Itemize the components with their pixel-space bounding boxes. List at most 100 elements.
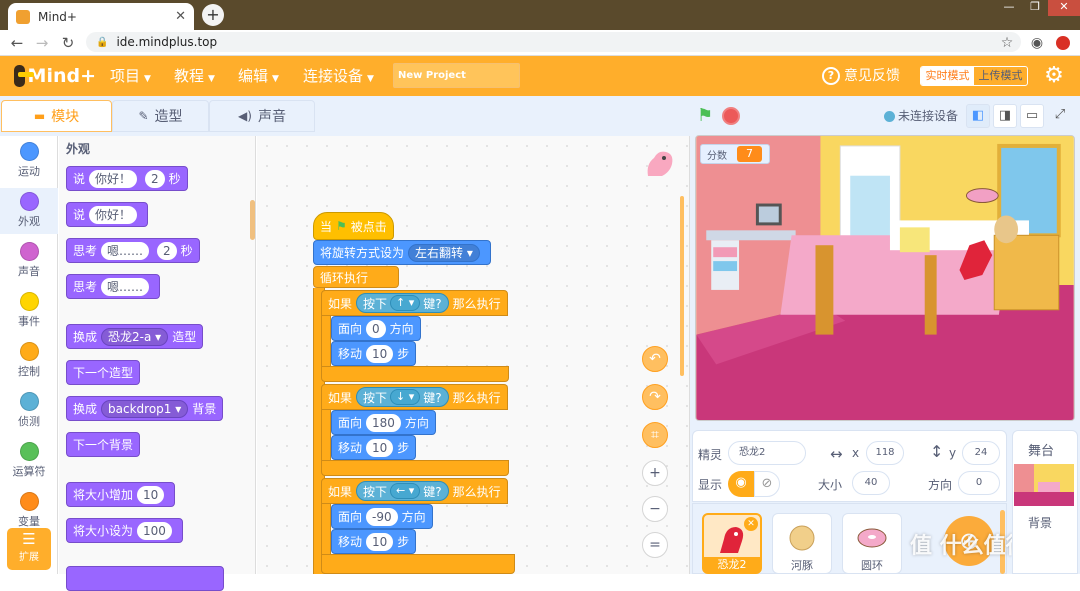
block-move-steps[interactable]: 移动 10 步: [331, 529, 417, 554]
block-if[interactable]: 如果 按下 ← ▾ 键? 那么执行: [321, 478, 508, 504]
backdrop-dropdown[interactable]: backdrop1 ▾: [101, 399, 189, 418]
block-next-costume[interactable]: 下一个造型: [66, 360, 141, 385]
fullscreen-icon[interactable]: ⤢: [1048, 104, 1072, 128]
undo-icon[interactable]: ↶: [642, 346, 668, 372]
block-move-steps[interactable]: 移动 10 步: [331, 341, 417, 366]
tab-costumes[interactable]: ✎ 造型: [112, 100, 209, 132]
block-when-flag-clicked[interactable]: 当 ⚑ 被点击: [313, 212, 394, 240]
menu-edit[interactable]: 编辑 ▼: [238, 56, 279, 96]
project-name-input[interactable]: New Project: [393, 63, 520, 88]
block-input[interactable]: -90: [366, 507, 398, 526]
small-stage-layout-icon[interactable]: ◧: [966, 104, 990, 128]
sprite-tile[interactable]: 河豚: [772, 513, 832, 574]
block-input[interactable]: 0: [366, 319, 386, 338]
block-input[interactable]: 你好！: [89, 169, 138, 188]
block-input[interactable]: 你好！: [89, 205, 138, 224]
zoom-out-icon[interactable]: −: [642, 496, 668, 522]
account-icon[interactable]: ◉: [1025, 30, 1049, 56]
block-input[interactable]: 嗯……: [101, 241, 150, 260]
url-field[interactable]: 🔒 ide.mindplus.top: [86, 32, 1021, 52]
block-set-size[interactable]: 将大小设为 100: [66, 518, 183, 543]
block-input[interactable]: 嗯……: [101, 277, 150, 296]
tab-sounds[interactable]: ◀) 声音: [209, 100, 315, 132]
menu-tutorial[interactable]: 教程 ▼: [174, 56, 215, 96]
block-input[interactable]: 10: [137, 485, 165, 504]
sprite-tile[interactable]: 圆环: [842, 513, 902, 574]
connection-status[interactable]: 未连接设备: [884, 106, 958, 126]
mode-switch[interactable]: 实时模式 上传模式: [920, 66, 1028, 86]
tab-close-icon[interactable]: ✕: [175, 9, 186, 24]
sprite-name-field[interactable]: 恐龙2: [728, 441, 806, 465]
stop-icon[interactable]: [722, 107, 740, 125]
category-motion[interactable]: 运动: [0, 142, 58, 179]
block-set-rotation-style[interactable]: 将旋转方式设为 左右翻转 ▾: [313, 240, 491, 265]
key-dropdown[interactable]: ← ▾: [390, 483, 421, 499]
block-change-size[interactable]: 将大小增加 10: [66, 482, 176, 507]
block-input[interactable]: 10: [366, 532, 394, 551]
maximize-button[interactable]: ❐: [1022, 0, 1048, 16]
block-input[interactable]: 10: [366, 438, 394, 457]
rotation-dropdown[interactable]: 左右翻转 ▾: [408, 243, 480, 262]
x-field[interactable]: 118: [866, 441, 904, 465]
realtime-mode-option[interactable]: 实时模式: [921, 67, 974, 85]
block-next-backdrop[interactable]: 下一个背景: [66, 432, 141, 457]
category-looks[interactable]: 外观: [0, 188, 58, 234]
y-field[interactable]: 24: [962, 441, 1000, 465]
delete-sprite-icon[interactable]: ✕: [744, 517, 758, 531]
block-input[interactable]: 10: [366, 344, 394, 363]
block-move-steps[interactable]: 移动 10 步: [331, 435, 417, 460]
block-input[interactable]: 2: [145, 169, 165, 188]
extension-icon[interactable]: [1056, 36, 1070, 50]
block-forever[interactable]: 循环执行: [313, 266, 399, 288]
backdrop-thumbnail[interactable]: [1014, 464, 1074, 506]
normal-stage-layout-icon[interactable]: ◨: [993, 104, 1017, 128]
key-dropdown[interactable]: ↑ ▾: [390, 295, 421, 311]
category-sensing[interactable]: 侦测: [0, 392, 58, 429]
direction-field[interactable]: 0: [958, 471, 1000, 495]
block-switch-backdrop[interactable]: 换成 backdrop1 ▾ 背景: [66, 396, 224, 421]
zoom-in-icon[interactable]: +: [642, 460, 668, 486]
close-window-button[interactable]: ✕: [1048, 0, 1080, 16]
block-think[interactable]: 思考 嗯……: [66, 274, 161, 299]
green-flag-icon[interactable]: ⚑: [697, 106, 717, 126]
tab-blocks[interactable]: ▬ 模块: [1, 100, 112, 132]
show-eye-icon[interactable]: ◉: [728, 471, 754, 497]
reload-icon[interactable]: ↻: [56, 30, 80, 56]
block-think-for-secs[interactable]: 思考 嗯…… 2 秒: [66, 238, 200, 263]
category-variables[interactable]: 变量: [0, 492, 58, 529]
browser-tab[interactable]: Mind+ ✕: [8, 3, 194, 30]
category-control[interactable]: 控制: [0, 342, 58, 379]
sprite-tile[interactable]: ✕ 恐龙2: [702, 513, 762, 574]
hide-eye-icon[interactable]: ⊘: [754, 471, 780, 497]
block-point-direction[interactable]: 面向 -90 方向: [331, 504, 433, 529]
bookmark-star-icon[interactable]: ☆: [995, 30, 1019, 56]
minimize-button[interactable]: —: [996, 0, 1022, 16]
feedback-button[interactable]: ? 意见反馈: [822, 56, 900, 96]
back-arrow-icon[interactable]: ←: [5, 30, 29, 56]
block-switch-costume[interactable]: 换成 恐龙2-a ▾ 造型: [66, 324, 204, 349]
stage-canvas[interactable]: [695, 135, 1075, 421]
block-say[interactable]: 说你好！: [66, 202, 149, 227]
script-scrollbar[interactable]: [680, 196, 684, 376]
key-pressed-condition[interactable]: 按下 ↑ ▾ 键?: [356, 293, 449, 313]
menu-connect-device[interactable]: 连接设备 ▼: [303, 56, 374, 96]
key-pressed-condition[interactable]: 按下 ↓ ▾ 键?: [356, 387, 449, 407]
costume-dropdown[interactable]: 恐龙2-a ▾: [101, 327, 169, 346]
block-say-for-secs[interactable]: 说你好！ 2 秒: [66, 166, 188, 191]
new-tab-button[interactable]: +: [202, 4, 224, 26]
block-if[interactable]: 如果 按下 ↑ ▾ 键? 那么执行: [321, 290, 508, 316]
extensions-button[interactable]: ☰ 扩展: [7, 528, 51, 570]
category-events[interactable]: 事件: [0, 292, 58, 329]
key-dropdown[interactable]: ↓ ▾: [390, 389, 421, 405]
gear-icon[interactable]: ⚙: [1042, 64, 1066, 88]
block-point-direction[interactable]: 面向 0 方向: [331, 316, 421, 341]
crop-icon[interactable]: ⌗: [642, 422, 668, 448]
palette-scrollbar[interactable]: [250, 200, 255, 240]
category-sound[interactable]: 声音: [0, 242, 58, 279]
block-input[interactable]: 180: [366, 413, 401, 432]
zoom-reset-icon[interactable]: =: [642, 532, 668, 558]
block-point-direction[interactable]: 面向 180 方向: [331, 410, 436, 435]
score-monitor[interactable]: 分数 7: [700, 144, 770, 164]
menu-project[interactable]: 项目 ▼: [110, 56, 151, 96]
block-if[interactable]: 如果 按下 ↓ ▾ 键? 那么执行: [321, 384, 508, 410]
